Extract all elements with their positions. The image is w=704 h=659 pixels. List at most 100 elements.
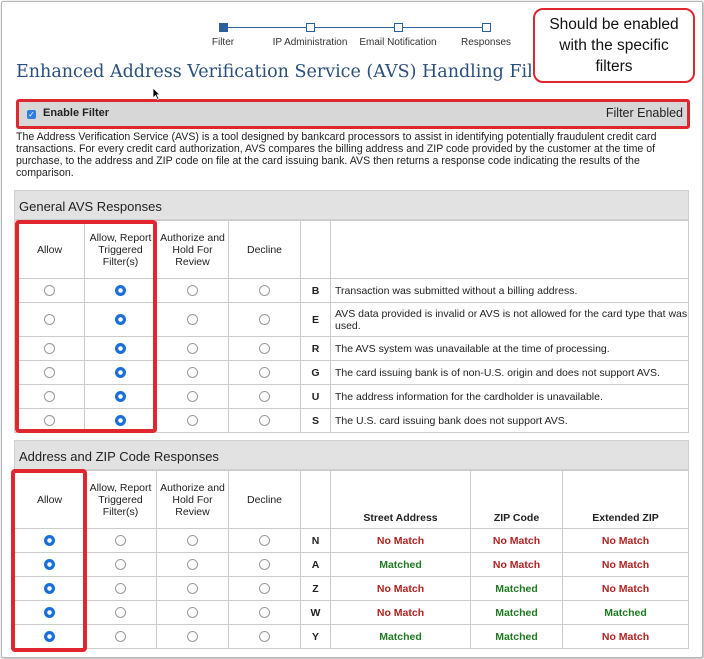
radio-button[interactable] — [115, 314, 126, 326]
radio-button[interactable] — [259, 343, 270, 355]
filter-status: Filter Enabled — [605, 106, 683, 120]
radio-button[interactable] — [187, 367, 198, 379]
radio-button[interactable] — [259, 391, 270, 403]
general-avs-row: E AVS data provided is invalid or AVS is … — [14, 302, 689, 337]
step-label-filter[interactable]: Filter — [212, 37, 234, 48]
option-cell — [14, 360, 85, 385]
radio-button[interactable] — [187, 391, 198, 403]
option-cell — [84, 384, 157, 409]
option-cell — [228, 600, 301, 625]
avs-code: G — [300, 360, 331, 385]
general-avs-title: General AVS Responses — [14, 190, 689, 220]
option-cell — [228, 336, 301, 361]
avs-code: Z — [300, 576, 331, 601]
avs-description-text: The address information for the cardhold… — [330, 384, 689, 409]
radio-button[interactable] — [44, 343, 55, 355]
radio-button[interactable] — [187, 314, 198, 326]
col-allow-report: Allow, Report Triggered Filter(s) — [84, 470, 157, 529]
radio-button[interactable] — [259, 285, 270, 297]
callout-line-2: with the specific — [559, 37, 669, 54]
option-cell — [84, 624, 157, 649]
radio-button[interactable] — [259, 367, 270, 379]
step-label-email-notification[interactable]: Email Notification — [359, 37, 436, 48]
option-cell — [84, 528, 157, 553]
zip-table: Allow Allow, Report Triggered Filter(s) … — [14, 470, 689, 649]
step-label-responses[interactable]: Responses — [461, 37, 511, 48]
col-allow-report: Allow, Report Triggered Filter(s) — [84, 220, 157, 279]
avs-code: R — [300, 336, 331, 361]
radio-button[interactable] — [187, 583, 198, 595]
radio-button[interactable] — [187, 607, 198, 619]
general-avs-table: Allow Allow, Report Triggered Filter(s) … — [14, 220, 689, 433]
option-cell — [228, 302, 301, 337]
enable-filter-checkbox[interactable]: ✓ — [27, 110, 36, 119]
zip-body: N No Match No Match No Match A Matched No Matc… — [14, 528, 689, 649]
radio-button[interactable] — [115, 391, 126, 403]
extended-zip-result: No Match — [562, 528, 689, 553]
option-cell — [84, 600, 157, 625]
col-authorize-hold: Authorize and Hold For Review — [156, 220, 229, 279]
col-description — [330, 220, 689, 279]
radio-button[interactable] — [115, 583, 126, 595]
radio-button[interactable] — [44, 415, 55, 427]
radio-button[interactable] — [44, 559, 55, 571]
radio-button[interactable] — [44, 631, 55, 643]
radio-button[interactable] — [44, 314, 55, 326]
radio-button[interactable] — [187, 415, 198, 427]
zip-code-result: No Match — [470, 552, 563, 577]
general-avs-header-row: Allow Allow, Report Triggered Filter(s) … — [14, 220, 689, 279]
step-dot-filter[interactable] — [219, 23, 228, 32]
radio-button[interactable] — [259, 583, 270, 595]
step-dot-responses[interactable] — [482, 23, 491, 32]
option-cell — [228, 360, 301, 385]
radio-button[interactable] — [115, 559, 126, 571]
radio-button[interactable] — [115, 343, 126, 355]
step-dot-ip-administration[interactable] — [306, 23, 315, 32]
stepper-line — [224, 27, 488, 28]
option-cell — [156, 384, 229, 409]
radio-button[interactable] — [259, 314, 270, 326]
radio-button[interactable] — [115, 607, 126, 619]
radio-button[interactable] — [115, 631, 126, 643]
radio-button[interactable] — [187, 285, 198, 297]
radio-button[interactable] — [115, 535, 126, 547]
radio-button[interactable] — [187, 631, 198, 643]
radio-button[interactable] — [259, 415, 270, 427]
radio-button[interactable] — [187, 535, 198, 547]
avs-description-text: Transaction was submitted without a bill… — [330, 278, 689, 303]
callout-line-3: filters — [595, 58, 633, 75]
enable-filter-label[interactable]: Enable Filter — [43, 107, 109, 119]
radio-button[interactable] — [44, 607, 55, 619]
radio-button[interactable] — [44, 391, 55, 403]
general-avs-row: R The AVS system was unavailable at the t… — [14, 336, 689, 361]
step-dot-email-notification[interactable] — [394, 23, 403, 32]
step-label-ip-administration[interactable]: IP Administration — [273, 37, 348, 48]
radio-button[interactable] — [259, 559, 270, 571]
option-cell — [228, 278, 301, 303]
annotation-callout: Should be enabled with the specific filt… — [533, 8, 695, 83]
option-cell — [156, 552, 229, 577]
radio-button[interactable] — [44, 285, 55, 297]
zip-row: N No Match No Match No Match — [14, 528, 689, 553]
radio-button[interactable] — [115, 285, 126, 297]
radio-button[interactable] — [259, 631, 270, 643]
radio-button[interactable] — [44, 367, 55, 379]
zip-code-result: Matched — [470, 576, 563, 601]
col-authorize-hold: Authorize and Hold For Review — [156, 470, 229, 529]
zip-code-result: No Match — [470, 528, 563, 553]
radio-button[interactable] — [259, 535, 270, 547]
col-allow: Allow — [14, 220, 85, 279]
radio-button[interactable] — [259, 607, 270, 619]
radio-button[interactable] — [44, 583, 55, 595]
radio-button[interactable] — [115, 415, 126, 427]
zip-section: Address and ZIP Code Responses Allow All… — [14, 440, 689, 649]
radio-button[interactable] — [187, 559, 198, 571]
col-decline: Decline — [228, 220, 301, 279]
general-avs-row: B Transaction was submitted without a bil… — [14, 278, 689, 303]
radio-button[interactable] — [115, 367, 126, 379]
radio-button[interactable] — [44, 535, 55, 547]
option-cell — [228, 576, 301, 601]
option-cell — [156, 576, 229, 601]
radio-button[interactable] — [187, 343, 198, 355]
option-cell — [14, 336, 85, 361]
